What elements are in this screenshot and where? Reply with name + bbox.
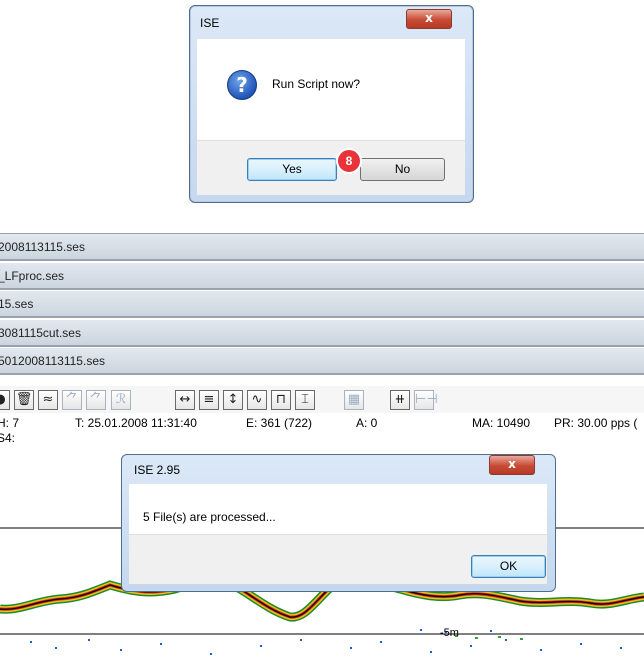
status-s4: S4: [0,431,16,445]
processed-dialog: ISE 2.95 x 5 File(s) are processed... OK [121,454,556,592]
align-center-icon[interactable]: ≡ [199,390,219,410]
sine-icon[interactable]: ∿ [247,390,267,410]
ise-main-window: 2008113115.ses _LFproc.ses 15.ses 308111… [0,233,644,666]
file-name: 3081115cut.ses [0,326,81,340]
yes-button[interactable]: Yes [247,158,337,181]
trash-icon[interactable]: 🗑 [14,390,34,410]
file-name: _LFproc.ses [0,269,65,283]
circle-icon[interactable]: ● [0,390,10,410]
pulse-icon[interactable]: ⊓ [271,390,291,410]
close-button[interactable]: x [489,455,535,475]
file-name: 2008113115.ses [0,240,85,254]
file-item[interactable]: 3081115cut.ses [0,320,644,347]
dialog-title: ISE 2.95 [134,463,181,477]
spike-icon[interactable]: ⺈ [62,390,82,410]
dialog-message: 5 File(s) are processed... [143,510,276,524]
file-item[interactable]: 15.ses [0,291,644,318]
status-bar: H: 7 T: 25.01.2008 11:31:40 E: 361 (722)… [0,413,644,449]
range-icon[interactable]: ⊢⊣ [414,390,438,410]
wave-filter-icon[interactable]: ≈ [38,390,58,410]
zoom-icon[interactable]: ℛ [111,390,131,410]
status-a: A: 0 [356,416,378,430]
tide-icon[interactable]: ⌶ [295,390,315,410]
close-icon: x [425,11,433,25]
spike-cluster-icon[interactable]: ⺈ [86,390,106,410]
status-ma: MA: 10490 [472,416,531,430]
dialog-title: ISE [200,16,220,30]
file-name: 15.ses [0,297,34,311]
file-item[interactable]: 5012008113115.ses [0,348,644,375]
question-icon: ? [227,70,257,100]
ok-button[interactable]: OK [471,555,546,578]
run-script-dialog: ISE x ? Run Script now? Yes No 8 [189,5,474,203]
status-e: E: 361 (722) [246,416,313,430]
close-button[interactable]: x [406,9,452,29]
step-badge: 8 [336,148,362,174]
status-time: T: 25.01.2008 11:31:40 [75,416,197,430]
close-icon: x [508,457,516,471]
grid-icon[interactable]: ▦ [344,390,364,410]
file-list: 2008113115.ses _LFproc.ses 15.ses 308111… [0,233,644,387]
toolbar: ● 🗑 ≈ ⺈ ⺈ ℛ ↔ ≡ ↕ ∿ ⊓ ⌶ ▦ ⧺ ⊢⊣ [0,386,644,413]
dialog-message: Run Script now? [272,77,361,91]
no-button[interactable]: No [360,158,445,181]
file-item[interactable]: 2008113115.ses [0,234,644,261]
vertical-expand-icon[interactable]: ↕ [223,390,243,410]
horizontal-expand-icon[interactable]: ↔ [175,390,195,410]
status-h: H: 7 [0,416,20,430]
file-name: 5012008113115.ses [0,354,105,368]
depth-label: -5m [440,627,459,639]
marker-icon[interactable]: ⧺ [390,390,410,410]
file-item[interactable]: _LFproc.ses [0,263,644,290]
dialog-body [129,484,547,534]
status-pr: PR: 30.00 pps ( [554,416,638,430]
